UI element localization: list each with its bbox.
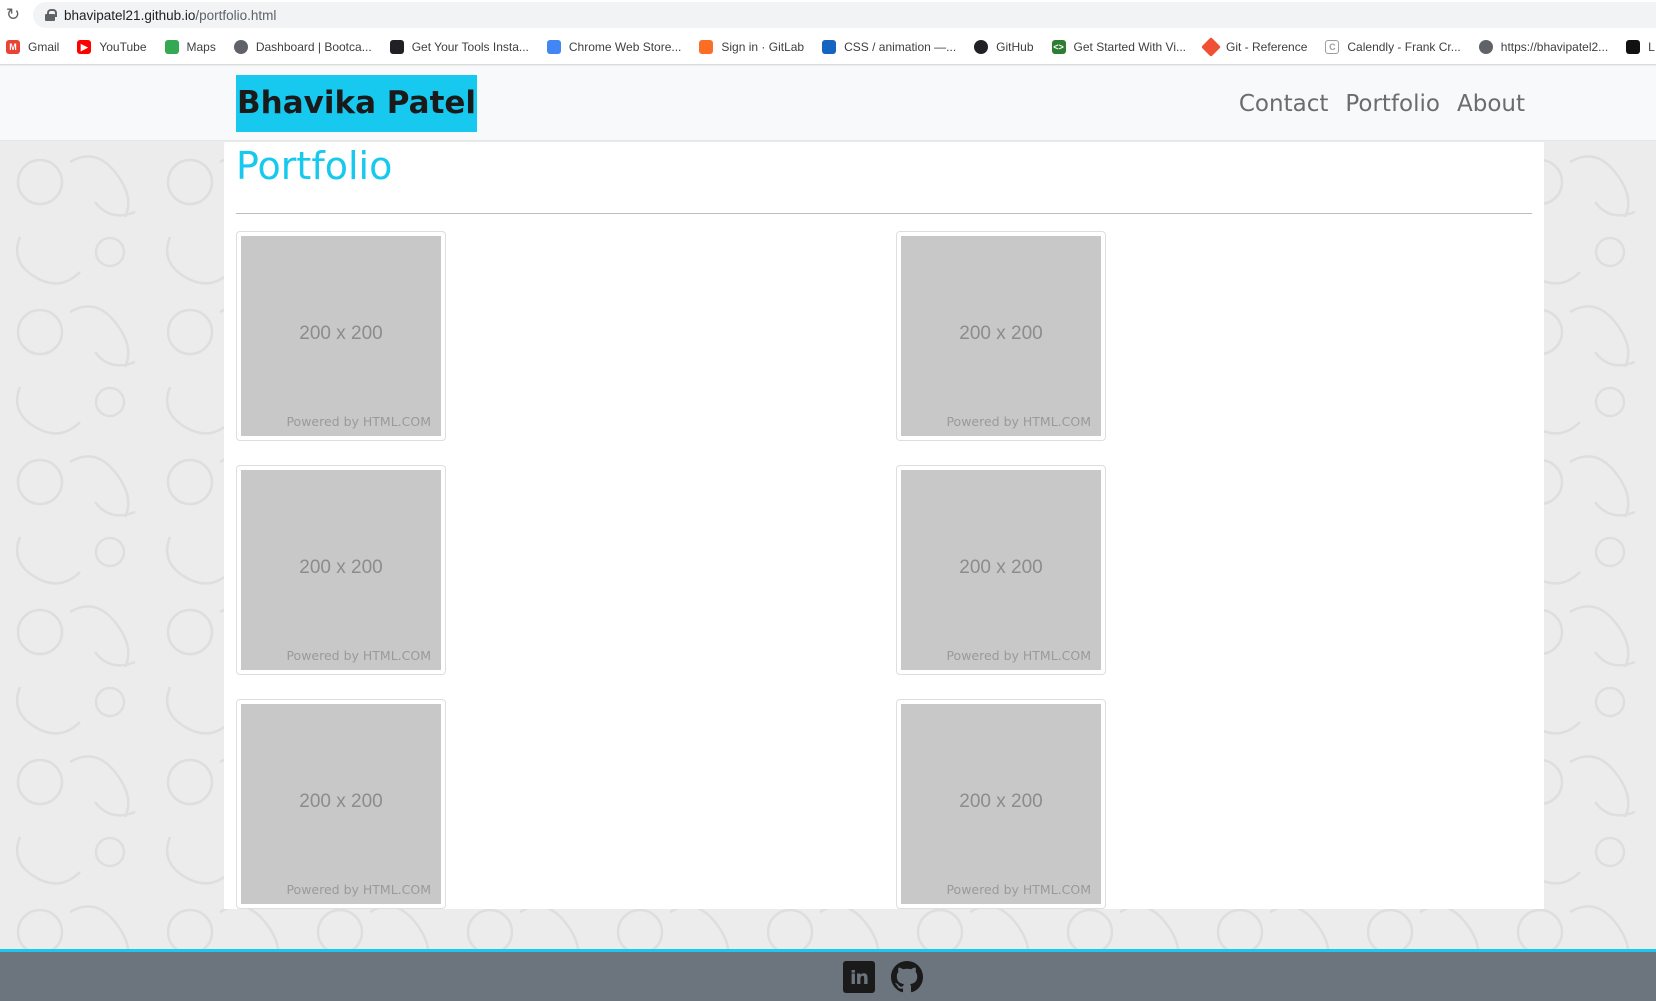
- github-icon: [974, 40, 989, 54]
- portfolio-thumbnail[interactable]: 200 x 200 Powered by HTML.COM: [236, 465, 446, 675]
- nav-link-about[interactable]: About: [1457, 86, 1525, 122]
- placeholder-image: 200 x 200 Powered by HTML.COM: [241, 236, 441, 436]
- page-title: Portfolio: [236, 144, 393, 188]
- bookmark-github[interactable]: GitHub: [974, 40, 1034, 54]
- placeholder-image: 200 x 200 Powered by HTML.COM: [901, 704, 1101, 904]
- bookmark-gmail[interactable]: M Gmail: [6, 40, 59, 54]
- reload-icon[interactable]: ↻: [2, 5, 24, 25]
- bookmark-css[interactable]: CSS / animation —...: [822, 40, 956, 54]
- app-icon: [1626, 40, 1641, 54]
- placeholder-credit: Powered by HTML.COM: [286, 648, 431, 663]
- placeholder-image: 200 x 200 Powered by HTML.COM: [241, 470, 441, 670]
- globe-icon: [233, 40, 248, 54]
- nav-link-portfolio[interactable]: Portfolio: [1345, 86, 1440, 122]
- bookmark-label: Calendly - Frank Cr...: [1347, 40, 1461, 54]
- placeholder-credit: Powered by HTML.COM: [946, 882, 1091, 897]
- bookmark-label: GitHub: [996, 40, 1034, 54]
- placeholder-credit: Powered by HTML.COM: [286, 414, 431, 429]
- bookmark-label: YouTube: [99, 40, 147, 54]
- placeholder-dimensions: 200 x 200: [959, 557, 1043, 578]
- book-icon: [389, 40, 404, 54]
- bookmark-maps[interactable]: Maps: [164, 40, 216, 54]
- bookmark-label: Maps: [186, 40, 216, 54]
- bookmark-tools[interactable]: Get Your Tools Insta...: [389, 40, 529, 54]
- url-host: bhavipatel21.github.io: [64, 7, 196, 23]
- bookmark-label: https://bhavipatel2...: [1500, 40, 1609, 54]
- placeholder-image: 200 x 200 Powered by HTML.COM: [241, 704, 441, 904]
- main-content: Portfolio 200 x 200 Powered by HTML.COM …: [224, 142, 1544, 909]
- gitlab-icon: [699, 40, 714, 54]
- bookmark-label: Get Started With Vi...: [1073, 40, 1187, 54]
- bookmark-label: Get Your Tools Insta...: [411, 40, 529, 54]
- portfolio-thumbnail[interactable]: 200 x 200 Powered by HTML.COM: [236, 231, 446, 441]
- linkedin-icon[interactable]: in: [843, 961, 875, 993]
- portfolio-thumbnail[interactable]: 200 x 200 Powered by HTML.COM: [896, 699, 1106, 909]
- placeholder-dimensions: 200 x 200: [299, 791, 383, 812]
- nav-links: Contact Portfolio About: [1222, 86, 1525, 122]
- bookmark-git[interactable]: Git - Reference: [1201, 37, 1308, 57]
- navbar: Bhavika Patel Contact Portfolio About: [0, 66, 1656, 141]
- calendly-icon: C: [1325, 40, 1340, 54]
- placeholder-credit: Powered by HTML.COM: [946, 414, 1091, 429]
- bookmark-label: Dashboard | Bootca...: [255, 40, 372, 54]
- bookmark-calendly[interactable]: C Calendly - Frank Cr...: [1325, 40, 1461, 54]
- url-field[interactable]: bhavipatel21.github.io/portfolio.html: [33, 2, 1656, 28]
- portfolio-thumbnail[interactable]: 200 x 200 Powered by HTML.COM: [896, 231, 1106, 441]
- lock-icon: [45, 9, 57, 21]
- bookmark-app[interactable]: L: [1626, 40, 1655, 54]
- bookmark-label: Gmail: [28, 40, 60, 54]
- url-text: bhavipatel21.github.io/portfolio.html: [64, 8, 276, 23]
- youtube-icon: ▶: [77, 40, 92, 54]
- browser-address-bar: ↻ bhavipatel21.github.io/portfolio.html: [0, 0, 1656, 30]
- bookmark-chrome-store[interactable]: Chrome Web Store...: [546, 40, 682, 54]
- bookmark-label: CSS / animation —...: [844, 40, 957, 54]
- bookmark-label: Sign in · GitLab: [721, 40, 805, 54]
- bookmark-dashboard[interactable]: Dashboard | Bootca...: [233, 40, 372, 54]
- portfolio-thumbnail[interactable]: 200 x 200 Powered by HTML.COM: [896, 465, 1106, 675]
- placeholder-dimensions: 200 x 200: [959, 791, 1043, 812]
- nav-link-contact[interactable]: Contact: [1239, 86, 1328, 122]
- git-icon: [1201, 37, 1221, 57]
- title-divider: [236, 213, 1532, 214]
- bookmark-vi[interactable]: <> Get Started With Vi...: [1051, 40, 1187, 54]
- placeholder-dimensions: 200 x 200: [299, 557, 383, 578]
- portfolio-thumbnail[interactable]: 200 x 200 Powered by HTML.COM: [236, 699, 446, 909]
- bookmark-label: Chrome Web Store...: [568, 40, 682, 54]
- css-icon: [822, 40, 837, 54]
- maps-icon: [164, 40, 179, 54]
- bookmark-bhavipatel[interactable]: https://bhavipatel2...: [1478, 40, 1609, 54]
- bookmark-youtube[interactable]: ▶ YouTube: [77, 40, 147, 54]
- gmail-icon: M: [6, 40, 20, 54]
- url-path: /portfolio.html: [195, 7, 277, 23]
- placeholder-image: 200 x 200 Powered by HTML.COM: [901, 236, 1101, 436]
- code-icon: <>: [1051, 40, 1066, 54]
- placeholder-image: 200 x 200 Powered by HTML.COM: [901, 470, 1101, 670]
- bookmark-label: Git - Reference: [1226, 40, 1308, 54]
- brand-logo[interactable]: Bhavika Patel: [236, 75, 478, 132]
- bookmark-gitlab[interactable]: Sign in · GitLab: [699, 40, 804, 54]
- bookmarks-bar: M Gmail ▶ YouTube Maps Dashboard | Bootca.…: [0, 30, 1656, 65]
- github-icon[interactable]: [891, 961, 923, 993]
- footer: in: [0, 949, 1656, 1001]
- placeholder-dimensions: 200 x 200: [299, 323, 383, 344]
- bookmark-label: L: [1648, 40, 1655, 54]
- chrome-store-icon: [546, 40, 561, 54]
- placeholder-credit: Powered by HTML.COM: [286, 882, 431, 897]
- placeholder-dimensions: 200 x 200: [959, 323, 1043, 344]
- globe-icon: [1478, 40, 1493, 54]
- placeholder-credit: Powered by HTML.COM: [946, 648, 1091, 663]
